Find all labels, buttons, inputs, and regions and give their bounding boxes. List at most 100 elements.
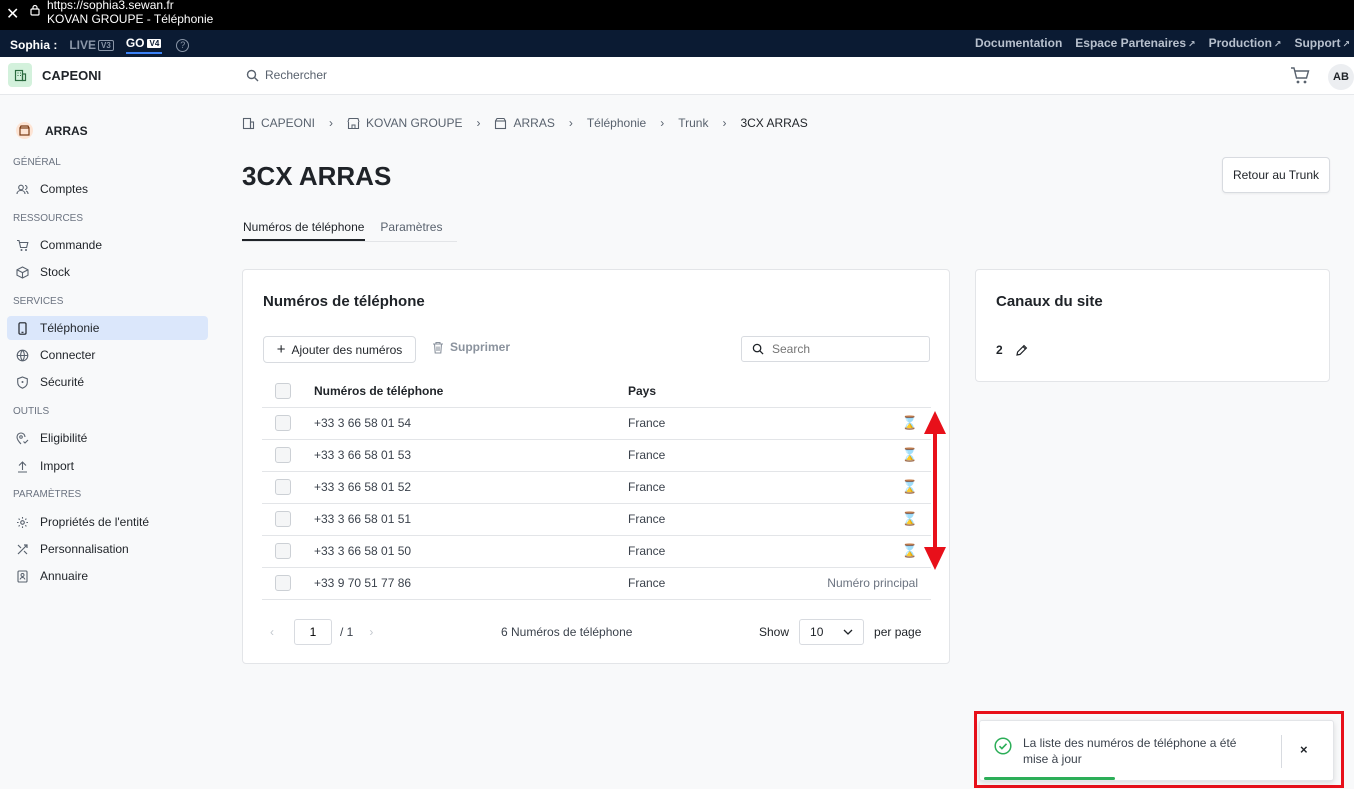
store-icon bbox=[347, 117, 360, 129]
table-row[interactable]: +33 3 66 58 01 50 France ⌛ bbox=[262, 535, 931, 568]
breadcrumb-kovan[interactable]: KOVAN GROUPE bbox=[366, 116, 462, 130]
location-check-icon bbox=[16, 431, 29, 444]
table-row[interactable]: +33 3 66 58 01 51 France ⌛ bbox=[262, 503, 931, 536]
result-count: 6 Numéros de téléphone bbox=[501, 625, 633, 639]
hourglass-icon: ⌛ bbox=[901, 479, 918, 494]
page-number-input[interactable] bbox=[294, 619, 332, 645]
site-icon bbox=[495, 117, 507, 129]
avatar[interactable]: AB bbox=[1328, 64, 1354, 90]
row-number: +33 3 66 58 01 54 bbox=[314, 407, 628, 440]
numbers-table: Numéros de téléphone Pays +33 3 66 58 01… bbox=[262, 376, 931, 600]
breadcrumb-telephonie[interactable]: Téléphonie bbox=[587, 116, 646, 130]
row-checkbox[interactable] bbox=[275, 511, 291, 527]
row-checkbox[interactable] bbox=[275, 447, 291, 463]
main-number-badge: Numéro principal bbox=[708, 567, 931, 600]
sidebar-item-proprietes[interactable]: Propriétés de l'entité bbox=[7, 510, 208, 534]
page-size-select[interactable]: 10 bbox=[799, 619, 865, 645]
channels-card-title: Canaux du site bbox=[996, 293, 1103, 310]
tabs: Numéros de téléphone Paramètres bbox=[242, 212, 458, 242]
toast-divider bbox=[1281, 735, 1282, 768]
pagination: ‹ / 1 › bbox=[270, 619, 373, 645]
app-header: CAPEONI Rechercher AB bbox=[0, 57, 1354, 95]
sidebar-item-eligibilite[interactable]: Eligibilité bbox=[7, 426, 208, 450]
browser-url[interactable]: https://sophia3.sewan.fr bbox=[47, 0, 174, 12]
site-name: ARRAS bbox=[45, 123, 88, 138]
sidebar-item-personnalisation[interactable]: Personnalisation bbox=[7, 537, 208, 561]
row-checkbox[interactable] bbox=[275, 479, 291, 495]
site-selector[interactable]: ARRAS bbox=[16, 122, 88, 139]
numbers-search[interactable] bbox=[741, 336, 930, 362]
table-row[interactable]: +33 9 70 51 77 86 France Numéro principa… bbox=[262, 567, 931, 600]
section-ressources: RESSOURCES bbox=[13, 213, 84, 224]
link-espace-partenaires[interactable]: Espace Partenaires ↗ bbox=[1075, 36, 1195, 50]
breadcrumb: CAPEONI › KOVAN GROUPE › ARRAS › Télépho… bbox=[242, 116, 808, 130]
chevron-left-icon[interactable]: ‹ bbox=[270, 625, 274, 639]
hourglass-icon: ⌛ bbox=[901, 511, 918, 526]
close-icon[interactable]: × bbox=[1300, 742, 1308, 757]
sidebar-item-commande[interactable]: Commande bbox=[7, 233, 208, 257]
row-country: France bbox=[628, 567, 709, 600]
env-go[interactable]: GO V4 bbox=[125, 36, 163, 54]
row-country: France bbox=[628, 471, 709, 504]
table-header-row: Numéros de téléphone Pays bbox=[262, 376, 931, 408]
channels-card: Canaux du site 2 bbox=[975, 269, 1330, 382]
back-to-trunk-button[interactable]: Retour au Trunk bbox=[1222, 157, 1330, 193]
help-icon[interactable]: ? bbox=[176, 38, 190, 52]
building-icon[interactable] bbox=[8, 63, 32, 87]
numbers-search-input[interactable] bbox=[772, 342, 912, 356]
table-row[interactable]: +33 3 66 58 01 53 France ⌛ bbox=[262, 439, 931, 472]
org-name[interactable]: CAPEONI bbox=[42, 68, 101, 83]
sidebar-item-annuaire[interactable]: Annuaire bbox=[7, 564, 208, 588]
chevron-right-icon[interactable]: › bbox=[369, 625, 373, 639]
row-number: +33 3 66 58 01 50 bbox=[314, 535, 628, 568]
row-number: +33 9 70 51 77 86 bbox=[314, 567, 628, 600]
search-icon bbox=[752, 343, 764, 355]
delete-button[interactable]: Supprimer bbox=[432, 340, 510, 354]
breadcrumb-capeoni[interactable]: CAPEONI bbox=[261, 116, 315, 130]
tab-parametres[interactable]: Paramètres bbox=[380, 212, 442, 241]
sidebar-item-import[interactable]: Import bbox=[7, 454, 208, 478]
select-all-checkbox[interactable] bbox=[275, 383, 291, 400]
sidebar-item-securite[interactable]: Sécurité bbox=[7, 370, 208, 394]
search-icon bbox=[246, 69, 259, 81]
toast-message: La liste des numéros de téléphone a été … bbox=[1023, 736, 1237, 766]
column-header-number[interactable]: Numéros de téléphone bbox=[314, 376, 628, 408]
add-numbers-button[interactable]: + Ajouter des numéros bbox=[263, 336, 416, 363]
breadcrumb-trunk[interactable]: Trunk bbox=[678, 116, 708, 130]
close-icon[interactable]: ✕ bbox=[6, 4, 19, 24]
sidebar-item-comptes[interactable]: Comptes bbox=[7, 177, 208, 201]
table-row[interactable]: +33 3 66 58 01 52 France ⌛ bbox=[262, 471, 931, 504]
env-bar: Sophia : LIVE V3 GO V4 ? Documentation Esp… bbox=[0, 30, 1354, 57]
row-number: +33 3 66 58 01 53 bbox=[314, 439, 628, 472]
sidebar-item-telephonie[interactable]: Téléphonie bbox=[7, 316, 208, 340]
sidebar-item-stock[interactable]: Stock bbox=[7, 260, 208, 284]
hourglass-icon: ⌛ bbox=[901, 415, 918, 430]
site-icon bbox=[16, 122, 33, 139]
tab-numeros[interactable]: Numéros de téléphone bbox=[242, 212, 366, 241]
link-documentation[interactable]: Documentation bbox=[975, 36, 1062, 50]
annotation-arrow bbox=[924, 411, 946, 570]
column-header-country[interactable]: Pays bbox=[628, 376, 709, 408]
row-number: +33 3 66 58 01 52 bbox=[314, 471, 628, 504]
row-country: France bbox=[628, 407, 709, 440]
link-support[interactable]: Support ↗ bbox=[1294, 36, 1350, 50]
row-checkbox[interactable] bbox=[275, 415, 291, 431]
pencil-icon[interactable] bbox=[1015, 344, 1028, 357]
numbers-card-title: Numéros de téléphone bbox=[263, 293, 425, 310]
cart-icon[interactable] bbox=[1290, 66, 1310, 86]
row-checkbox[interactable] bbox=[275, 575, 291, 591]
section-outils: OUTILS bbox=[13, 406, 50, 417]
global-search[interactable]: Rechercher bbox=[246, 68, 327, 82]
table-row[interactable]: +33 3 66 58 01 54 France ⌛ bbox=[262, 407, 931, 440]
breadcrumb-current: 3CX ARRAS bbox=[740, 116, 808, 130]
check-circle-icon bbox=[994, 737, 1012, 755]
tools-icon bbox=[17, 543, 28, 554]
contact-book-icon bbox=[17, 569, 28, 583]
link-production[interactable]: Production ↗ bbox=[1209, 36, 1282, 50]
sidebar-item-connecter[interactable]: Connecter bbox=[7, 343, 208, 367]
env-live[interactable]: LIVE V3 bbox=[69, 38, 114, 52]
cart-icon bbox=[17, 239, 29, 251]
row-checkbox[interactable] bbox=[275, 543, 291, 559]
breadcrumb-arras[interactable]: ARRAS bbox=[513, 116, 554, 130]
toast-progress bbox=[984, 777, 1115, 780]
